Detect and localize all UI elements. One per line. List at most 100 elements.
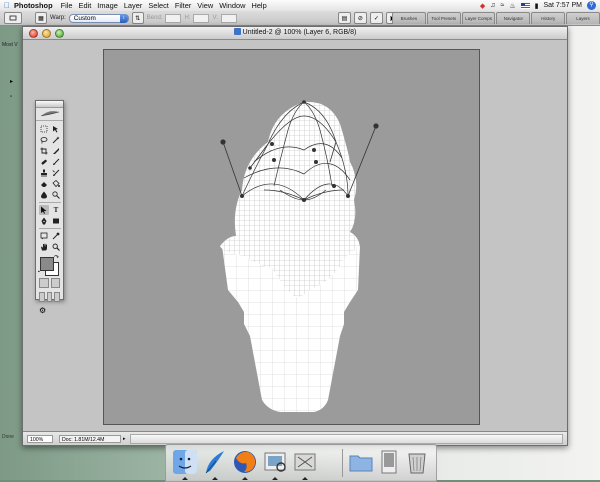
menu-layer[interactable]: Layer [124,1,149,10]
reference-point-icon[interactable]: ▦ [35,12,47,24]
blur-tool-icon[interactable] [39,190,49,200]
lasso-tool-icon[interactable] [39,135,49,145]
h-label: H: [184,15,191,21]
jump-to-row: ⚙ [36,304,63,317]
warped-icecream-artwork[interactable] [104,50,479,424]
spotlight-icon[interactable]: ⚲ [587,1,596,10]
document-icon[interactable] [374,447,403,477]
menu-window[interactable]: Window [219,1,251,10]
canvas-area[interactable] [24,40,566,431]
dodge-tool-icon[interactable] [51,190,61,200]
menu-view[interactable]: View [197,1,219,10]
menu-clock[interactable]: Sat 7:57 PM [543,2,582,9]
marquee-tool-icon[interactable] [39,124,49,134]
standard-mode-icon[interactable] [39,278,49,288]
cancel-transform-icon[interactable]: ⊘ [353,12,367,24]
document-status-bar: 100% Doc: 1.81M/12.4M ▸ [23,431,567,445]
status-menu-arrow-icon[interactable]: ▸ [123,436,126,442]
color-swatches: ↷ ▪ [36,254,63,276]
slice-tool-icon[interactable] [51,146,61,156]
palette-tab-layer-comps[interactable]: Layer Comps [461,12,496,24]
path-selection-tool-icon[interactable] [39,205,49,215]
switch-mode-icon[interactable]: ▤ [337,12,351,24]
brush-tool-icon[interactable] [51,157,61,167]
preview-icon[interactable] [260,447,289,480]
h-distort-field[interactable] [193,13,210,23]
standard-screen-icon[interactable] [39,292,45,302]
menu-select[interactable]: Select [148,1,175,10]
palette-tab-brushes[interactable]: Brushes [392,12,426,24]
paint-bucket-tool-icon[interactable] [51,179,61,189]
pen-tool-icon[interactable] [39,216,49,226]
horizontal-scrollbar[interactable] [129,433,563,444]
warp-style-value: Custom [73,14,96,22]
warp-orientation-icon[interactable]: ⇅ [131,12,144,24]
options-bar: ▦ Warp: Custom ↕ ⇅ Bend: H: V: ▤ ⊘ ✓ ▣ B… [0,11,600,26]
type-tool-icon[interactable]: T [51,205,61,215]
bluetooth-icon[interactable]: ◆ [480,2,485,10]
shape-tool-icon[interactable] [51,216,61,226]
adobe-online-button[interactable] [36,108,63,121]
apple-menu-icon[interactable]:  [0,1,14,10]
menu-image[interactable]: Image [97,1,124,10]
warp-label: Warp: [50,15,66,21]
doc-size-info[interactable]: Doc: 1.81M/12.4M [59,434,121,443]
move-tool-icon[interactable] [51,124,61,134]
menu-edit[interactable]: Edit [79,1,98,10]
palette-tab-history[interactable]: History [531,12,566,24]
image-canvas[interactable] [103,49,480,425]
menu-filter[interactable]: Filter [175,1,197,10]
jump-to-imageready-icon[interactable]: ⚙ [39,306,46,315]
menu-help[interactable]: Help [251,1,272,10]
firefox-icon[interactable] [230,447,259,480]
input-flag-icon[interactable] [520,2,530,9]
select-arrows-icon: ↕ [119,13,128,23]
speaker-icon[interactable]: ♨ [509,2,515,10]
full-screen-icon[interactable] [54,292,61,302]
background-window-strip: Most V ▸ ▫ [0,36,22,436]
app-menu[interactable]: Photoshop [14,1,61,10]
healing-brush-tool-icon[interactable] [39,157,49,167]
palette-tab-layers[interactable]: Layers [566,12,600,24]
palette-well: Brushes Tool Presets Layer Comps Navigat… [392,12,600,24]
history-brush-tool-icon[interactable] [51,168,61,178]
zoom-tool-icon[interactable] [51,242,61,252]
finder-icon[interactable] [170,447,199,480]
document-proxy-icon[interactable] [233,28,241,35]
v-distort-field[interactable] [220,13,237,23]
foreground-color-swatch[interactable] [40,257,54,271]
eyedropper-tool-icon[interactable] [51,231,61,241]
commit-transform-icon[interactable]: ✓ [369,12,383,24]
zoom-level-field[interactable]: 100% [27,434,53,443]
full-screen-menu-icon[interactable] [46,292,53,302]
battery-icon[interactable]: ▮ [535,2,539,10]
app-icon[interactable] [290,447,319,480]
folder-icon[interactable] [346,447,375,477]
document-titlebar[interactable]: Untitled-2 @ 100% (Layer 6, RGB/8) [23,27,567,40]
bend-label: Bend: [146,15,163,21]
menu-file[interactable]: File [61,1,79,10]
eraser-tool-icon[interactable] [39,179,49,189]
palette-tab-navigator[interactable]: Navigator [496,12,531,24]
menu-extras: ◆ ♫ ≈ ♨ ▮ Sat 7:57 PM ⚲ [480,0,596,11]
document-window: Untitled-2 @ 100% (Layer 6, RGB/8) 100% … [22,26,568,446]
magic-wand-tool-icon[interactable] [51,135,61,145]
notes-tool-icon[interactable] [39,231,49,241]
background-window-label: Most V [2,42,18,48]
wifi-icon[interactable]: ≈ [500,2,504,9]
volume-icon[interactable]: ♫ [490,2,495,9]
trash-icon[interactable] [402,447,431,477]
crop-tool-icon[interactable] [39,146,49,156]
clone-stamp-tool-icon[interactable] [39,168,49,178]
hand-tool-icon[interactable] [39,242,49,252]
mail-icon[interactable] [200,447,229,480]
default-colors-icon[interactable]: ▪ [38,269,40,275]
quick-mask-mode-icon[interactable] [50,278,60,288]
bend-field[interactable] [165,13,182,23]
warp-style-select[interactable]: Custom ↕ [68,13,129,23]
swap-colors-icon[interactable]: ↷ [54,254,59,261]
feather-icon [40,111,59,117]
palette-tab-tool-presets[interactable]: Tool Presets [426,12,461,24]
tools-palette-titlebar[interactable] [36,101,63,108]
tool-preset-picker[interactable] [4,12,22,24]
